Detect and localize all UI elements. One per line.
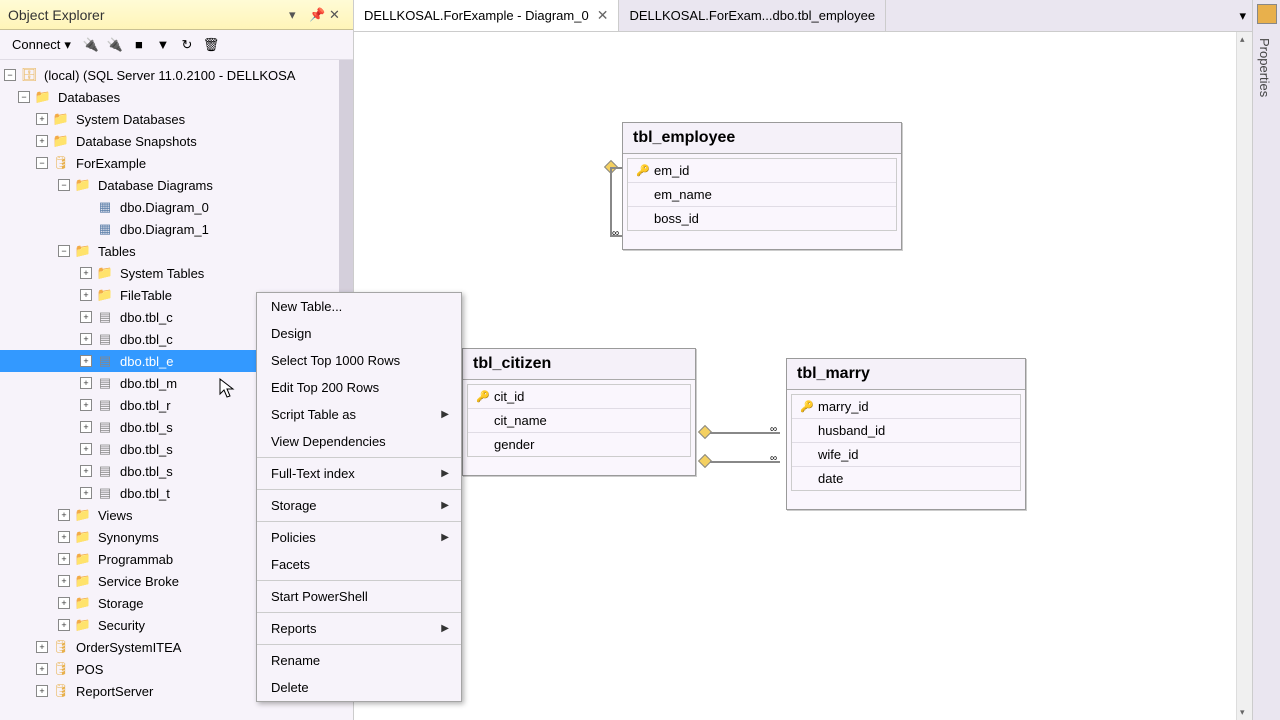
diagram-column[interactable]: 🔑em_id (628, 159, 896, 183)
refresh-icon[interactable]: ↻ (177, 35, 197, 55)
menu-design[interactable]: Design (257, 320, 461, 347)
menu-reports[interactable]: Reports▶ (257, 615, 461, 642)
diagram-column[interactable]: date (792, 467, 1020, 490)
relation-endpoint (606, 162, 622, 178)
tab-close-icon[interactable]: ✕ (597, 7, 609, 24)
menu-new-table[interactable]: New Table... (257, 293, 461, 320)
relation-line (610, 167, 612, 235)
tree-scrollbar[interactable] (339, 60, 353, 310)
menu-start-powershell[interactable]: Start PowerShell (257, 583, 461, 610)
delete-tool-icon[interactable]: 🗑 (201, 35, 221, 55)
tab-tbl-employee[interactable]: DELLKOSAL.ForExam...dbo.tbl_employee (619, 0, 886, 31)
chevron-right-icon: ▶ (441, 500, 449, 511)
menu-separator (257, 580, 461, 581)
connect-object-icon[interactable]: 🔌 (81, 35, 101, 55)
key-icon: 🔑 (636, 164, 654, 177)
diagram-table-marry[interactable]: tbl_marry 🔑marry_id husband_id wife_id d… (786, 358, 1026, 510)
diagram-canvas[interactable]: tbl_employee 🔑em_id em_name boss_id ∞ tb… (354, 32, 1252, 720)
menu-delete[interactable]: Delete (257, 674, 461, 701)
explorer-title: Object Explorer (8, 7, 285, 23)
diagram-table-header[interactable]: tbl_marry (787, 359, 1025, 390)
diagram-table-body: 🔑marry_id husband_id wife_id date (791, 394, 1021, 491)
chevron-right-icon: ▶ (441, 409, 449, 420)
tree-node-databases[interactable]: −📁Databases (0, 86, 353, 108)
menu-separator (257, 612, 461, 613)
diagram-table-body: 🔑em_id em_name boss_id (627, 158, 897, 231)
filter-icon[interactable]: ▼ (153, 35, 173, 55)
tree-node-forexample-db[interactable]: −🛢ForExample (0, 152, 353, 174)
right-sidebar: Properties (1252, 0, 1280, 720)
diagram-column[interactable]: boss_id (628, 207, 896, 230)
menu-separator (257, 489, 461, 490)
relation-many-icon: ∞ (770, 424, 777, 435)
menu-view-dependencies[interactable]: View Dependencies (257, 428, 461, 455)
menu-facets[interactable]: Facets (257, 551, 461, 578)
tree-node-server[interactable]: −🗄(local) (SQL Server 11.0.2100 - DELLKO… (0, 64, 353, 86)
menu-script-table-as[interactable]: Script Table as▶ (257, 401, 461, 428)
relation-many-icon: ∞ (770, 453, 777, 464)
properties-icon[interactable] (1257, 4, 1277, 24)
chevron-right-icon: ▶ (441, 532, 449, 543)
connect-button[interactable]: Connect▾ (6, 35, 77, 55)
table-context-menu: New Table... Design Select Top 1000 Rows… (256, 292, 462, 702)
explorer-toolbar: Connect▾ 🔌 🔌 ■ ▼ ↻ 🗑 (0, 30, 353, 60)
menu-separator (257, 644, 461, 645)
diagram-table-header[interactable]: tbl_citizen (463, 349, 695, 380)
diagram-column[interactable]: 🔑marry_id (792, 395, 1020, 419)
diagram-column[interactable]: gender (468, 433, 690, 456)
tree-node-database-snapshots[interactable]: +📁Database Snapshots (0, 130, 353, 152)
menu-storage[interactable]: Storage▶ (257, 492, 461, 519)
menu-select-top-1000[interactable]: Select Top 1000 Rows (257, 347, 461, 374)
diagram-column[interactable]: em_name (628, 183, 896, 207)
diagram-column[interactable]: cit_name (468, 409, 690, 433)
menu-fulltext-index[interactable]: Full-Text index▶ (257, 460, 461, 487)
close-icon[interactable]: ✕ (329, 7, 345, 23)
document-tabs: DELLKOSAL.ForExample - Diagram_0 ✕ DELLK… (354, 0, 1252, 32)
diagram-table-employee[interactable]: tbl_employee 🔑em_id em_name boss_id (622, 122, 902, 250)
dropdown-icon[interactable]: ▾ (289, 7, 305, 23)
tree-node-system-tables[interactable]: +📁System Tables (0, 262, 353, 284)
relation-endpoint (700, 456, 716, 472)
menu-edit-top-200[interactable]: Edit Top 200 Rows (257, 374, 461, 401)
tree-node-diagram0[interactable]: ▦dbo.Diagram_0 (0, 196, 353, 218)
relation-many-icon: ∞ (612, 228, 619, 239)
menu-rename[interactable]: Rename (257, 647, 461, 674)
diagram-column[interactable]: 🔑cit_id (468, 385, 690, 409)
diagram-table-body: 🔑cit_id cit_name gender (467, 384, 691, 457)
chevron-right-icon: ▶ (441, 623, 449, 634)
tree-node-system-databases[interactable]: +📁System Databases (0, 108, 353, 130)
menu-separator (257, 457, 461, 458)
diagram-column[interactable]: husband_id (792, 419, 1020, 443)
stop-icon[interactable]: ■ (129, 35, 149, 55)
tree-node-diagram1[interactable]: ▦dbo.Diagram_1 (0, 218, 353, 240)
pin-icon[interactable]: 📌 (309, 7, 325, 23)
tree-node-database-diagrams[interactable]: −📁Database Diagrams (0, 174, 353, 196)
menu-policies[interactable]: Policies▶ (257, 524, 461, 551)
menu-separator (257, 521, 461, 522)
diagram-table-header[interactable]: tbl_employee (623, 123, 901, 154)
tab-diagram0[interactable]: DELLKOSAL.ForExample - Diagram_0 ✕ (354, 0, 619, 31)
disconnect-icon[interactable]: 🔌 (105, 35, 125, 55)
chevron-right-icon: ▶ (441, 468, 449, 479)
tabs-overflow-button[interactable]: ▾ (1233, 0, 1252, 31)
key-icon: 🔑 (476, 390, 494, 403)
key-icon: 🔑 (800, 400, 818, 413)
explorer-titlebar: Object Explorer ▾ 📌 ✕ (0, 0, 353, 30)
relation-endpoint (700, 427, 716, 443)
diagram-table-citizen[interactable]: tbl_citizen 🔑cit_id cit_name gender (462, 348, 696, 476)
properties-tab[interactable]: Properties (1253, 28, 1276, 107)
canvas-vertical-scrollbar[interactable] (1236, 32, 1252, 720)
diagram-column[interactable]: wife_id (792, 443, 1020, 467)
tree-node-tables[interactable]: −📁Tables (0, 240, 353, 262)
